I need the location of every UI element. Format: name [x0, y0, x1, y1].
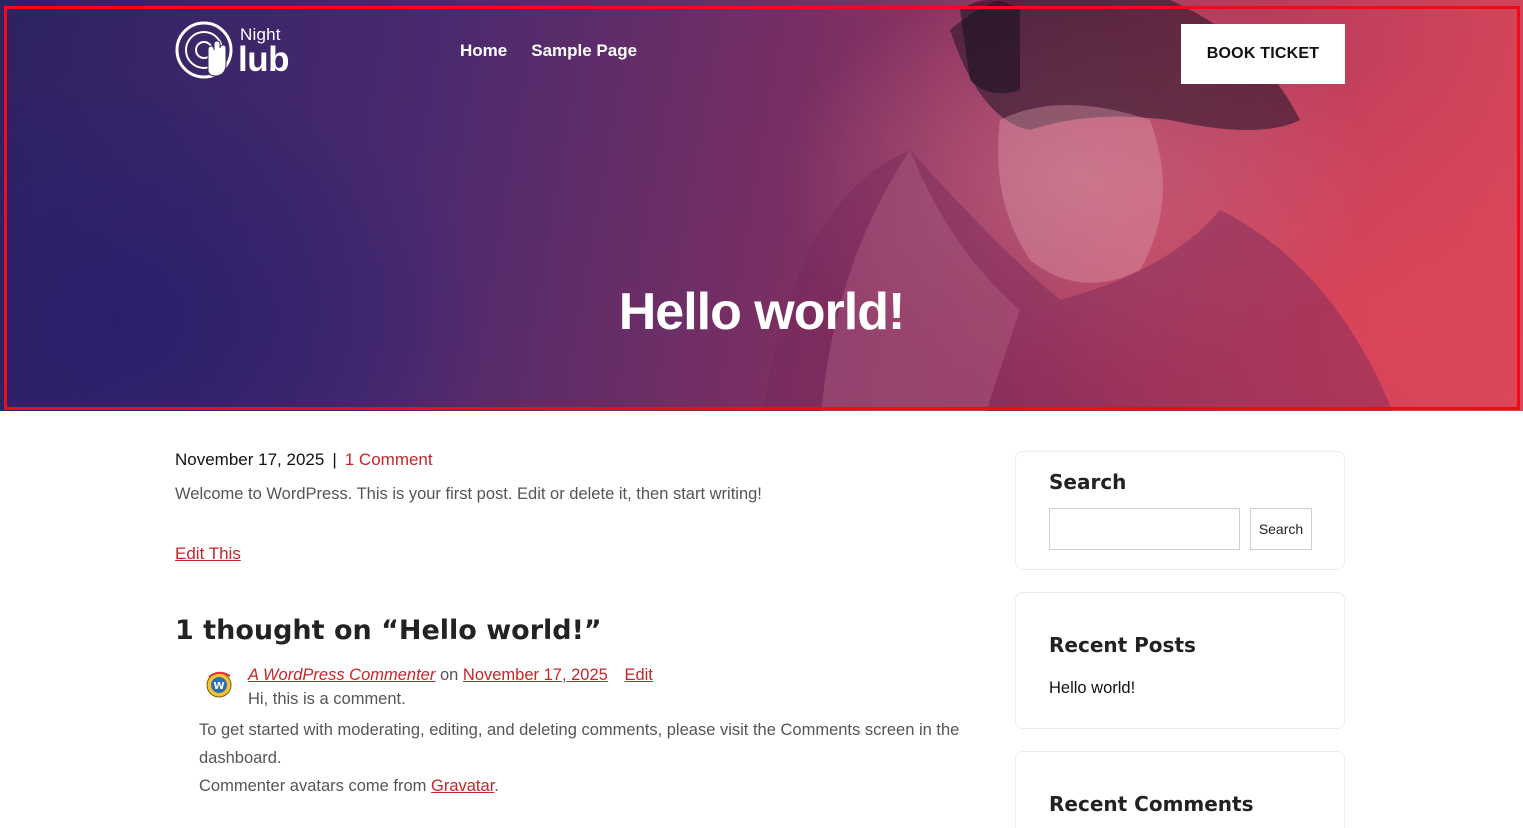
meta-separator: | [332, 450, 337, 469]
search-input[interactable] [1049, 508, 1240, 550]
search-widget: Search Search [1015, 451, 1345, 570]
recent-comments-title: Recent Comments [1049, 792, 1254, 816]
recent-post-link[interactable]: Hello world! [1049, 679, 1135, 698]
book-ticket-button[interactable]: BOOK TICKET [1181, 24, 1345, 84]
nav-home[interactable]: Home [460, 41, 507, 61]
comment-text-line3-prefix: Commenter avatars come from [199, 777, 427, 795]
comment-text-line1: Hi, this is a comment. [248, 690, 406, 708]
commenter-avatar: W [206, 671, 232, 698]
page-title: Hello world! [618, 283, 906, 341]
comment-edit-link[interactable]: Edit [624, 666, 652, 684]
comment-header: A WordPress Commenter on November 17, 20… [248, 666, 653, 685]
logo-text-bottom: lub [238, 40, 289, 79]
comment-text-line2: To get started with moderating, editing,… [199, 721, 960, 767]
comment-date-link[interactable]: November 17, 2025 [463, 666, 608, 684]
comment-text-body: To get started with moderating, editing,… [199, 716, 999, 800]
comment-text-line3: Commenter avatars come from Gravatar. [199, 772, 999, 800]
primary-nav: Home Sample Page [460, 41, 637, 61]
svg-text:W: W [213, 681, 224, 692]
hero-banner: Night lub Home Sample Page BOOK TICKET H… [0, 0, 1523, 411]
comments-title: 1 thought on “Hello world!” [175, 615, 602, 646]
recent-posts-widget: Recent Posts Hello world! [1015, 592, 1345, 729]
comment-text-line3-suffix: . [494, 777, 499, 795]
recent-comments-widget: Recent Comments [1015, 751, 1345, 828]
nav-sample-page[interactable]: Sample Page [531, 41, 637, 61]
comment-author-link[interactable]: A WordPress Commenter [248, 666, 435, 684]
search-button[interactable]: Search [1250, 508, 1312, 550]
search-widget-title: Search [1049, 470, 1127, 494]
edit-post-link[interactable]: Edit This [175, 544, 241, 564]
comment-count-link[interactable]: 1 Comment [345, 450, 433, 469]
comment-on-text: on [439, 666, 459, 684]
dj-figure-illustration [762, 0, 1393, 411]
vinyl-hand-icon [175, 21, 233, 79]
gravatar-link[interactable]: Gravatar [431, 777, 494, 795]
post-date: November 17, 2025 [175, 450, 325, 469]
post-excerpt: Welcome to WordPress. This is your first… [175, 485, 762, 503]
post-meta: November 17, 2025 | 1 Comment [175, 450, 433, 470]
site-logo[interactable]: Night lub [174, 20, 304, 82]
recent-posts-title: Recent Posts [1049, 633, 1196, 657]
